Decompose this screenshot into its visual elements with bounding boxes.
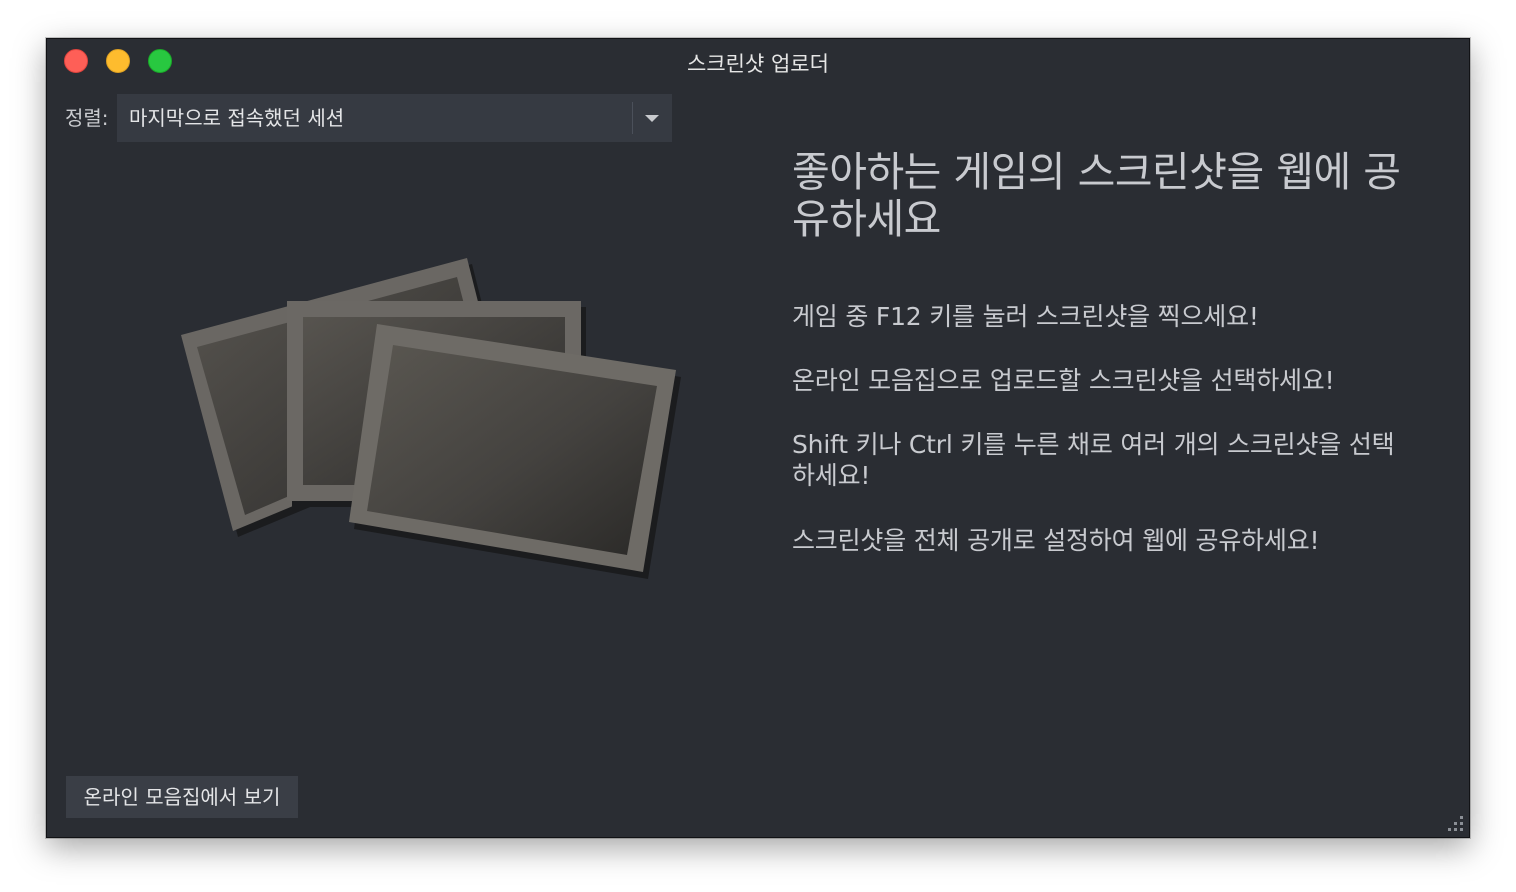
title-bar[interactable]: 스크린샷 업로더 — [47, 39, 1469, 89]
info-headline: 좋아하는 게임의 스크린샷을 웹에 공유하세요 — [792, 148, 1401, 243]
view-online-collection-label: 온라인 모음집에서 보기 — [83, 785, 281, 809]
screenshot-stack-icon — [181, 258, 681, 579]
screenshot-uploader-window: 스크린샷 업로더 정렬: 마지막으로 접속했던 세션 좋아하는 게임의 스크린샷… — [46, 38, 1470, 838]
chevron-down-icon[interactable] — [645, 115, 659, 122]
sort-dropdown[interactable]: 마지막으로 접속했던 세션 — [117, 94, 672, 142]
dropdown-divider — [632, 102, 633, 134]
sort-selected-value: 마지막으로 접속했던 세션 — [129, 106, 345, 130]
window-title: 스크린샷 업로더 — [687, 52, 829, 76]
tip-3: Shift 키나 Ctrl 키를 누른 채로 여러 개의 스크린샷을 선택하세요… — [792, 430, 1395, 490]
view-online-collection-button[interactable]: 온라인 모음집에서 보기 — [66, 776, 298, 818]
tip-4: 스크린샷을 전체 공개로 설정하여 웹에 공유하세요! — [792, 526, 1320, 555]
tip-1: 게임 중 F12 키를 눌러 스크린샷을 찍으세요! — [792, 302, 1259, 331]
front-photo — [349, 324, 681, 579]
tip-2: 온라인 모음집으로 업로드할 스크린샷을 선택하세요! — [792, 366, 1335, 395]
resize-grip-icon[interactable] — [1443, 811, 1465, 833]
sort-label: 정렬: — [65, 106, 109, 130]
